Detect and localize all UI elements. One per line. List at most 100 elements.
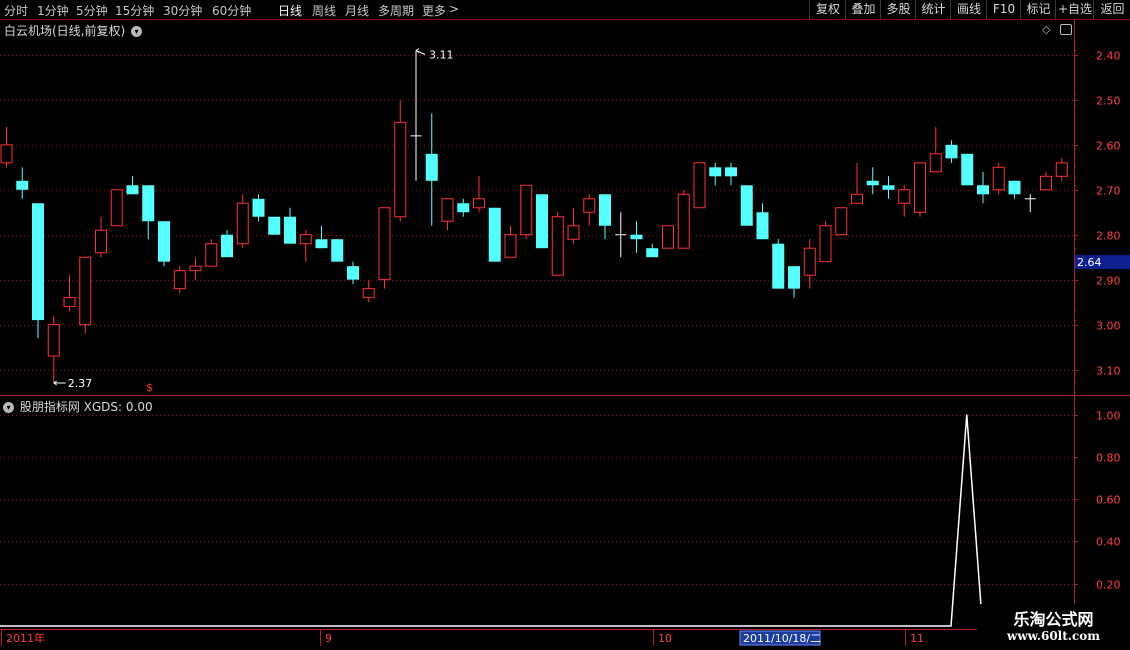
candle-body	[299, 234, 312, 245]
candle-body	[882, 185, 895, 190]
candle-body	[252, 198, 265, 217]
candle-body	[0, 144, 13, 164]
candle-body	[630, 234, 643, 240]
candle-body	[488, 207, 501, 262]
candle-body	[551, 216, 564, 276]
y-tick-label: 3.10	[1096, 365, 1121, 378]
x-axis-label: 10	[658, 632, 672, 645]
candle-body	[473, 198, 485, 209]
high-arrow	[415, 48, 426, 55]
chevron-down-icon[interactable]: ▾	[3, 402, 14, 413]
dividend-marker-icon[interactable]: $	[146, 381, 153, 394]
candle-body	[95, 229, 107, 254]
candle-body	[504, 234, 517, 258]
candle-body	[567, 225, 580, 240]
candle-body	[79, 256, 92, 326]
candle-body	[47, 324, 60, 357]
candle-body	[599, 194, 611, 226]
watermark-title: 乐淘公式网	[1013, 610, 1094, 629]
candle-body	[851, 193, 863, 204]
chevron-down-icon[interactable]: ▾	[131, 26, 143, 37]
candle-body	[110, 189, 123, 227]
candle-body	[394, 121, 407, 218]
candle-body	[835, 207, 848, 236]
candle-body	[819, 225, 832, 263]
candle-body	[205, 243, 218, 267]
candle-body	[756, 212, 769, 240]
y-tick-label: 2.40	[1096, 50, 1121, 63]
candle-body	[520, 184, 533, 236]
watermark-url: www.60lt.com	[1007, 629, 1100, 643]
candle-body	[173, 270, 186, 290]
candle-body	[1040, 175, 1052, 191]
high-annotation: 3.11	[429, 48, 454, 61]
candle-body	[268, 216, 281, 235]
candle-body	[961, 153, 974, 186]
candle-body	[315, 239, 328, 249]
candle-body	[536, 194, 548, 249]
candle-body	[362, 288, 375, 299]
candle-body	[441, 198, 454, 222]
candle-body	[866, 180, 879, 186]
candle-body	[977, 185, 989, 195]
y-tick-label: 2.50	[1096, 95, 1121, 108]
candle-body	[992, 166, 1005, 191]
candle-body	[63, 297, 76, 308]
low-annotation: 2.37	[68, 377, 93, 390]
y-tick-label: 1.00	[1096, 410, 1121, 423]
candle-body	[693, 162, 706, 209]
candle-body	[236, 202, 249, 245]
y-tick-label: 2.70	[1096, 185, 1121, 198]
main-panel-title[interactable]: 白云机场(日线,前复权) ▾	[4, 22, 143, 39]
chart-area: 3.10 3.00 2.90 2.80 2.70 2.60 2.50 2.40 1.00 0.80…	[0, 20, 1130, 650]
candle-body	[221, 234, 233, 258]
x-axis-label: 9	[325, 632, 332, 645]
indicator-line	[0, 414, 1062, 627]
candle-body	[158, 221, 170, 262]
watermark: 乐淘公式网 www.60lt.com	[977, 604, 1130, 650]
candle-body	[709, 167, 722, 177]
candle-body	[16, 180, 29, 190]
candle-body	[662, 225, 674, 249]
candle-body	[772, 243, 785, 289]
candle-body	[457, 203, 470, 213]
candle-body	[189, 265, 202, 272]
diamond-icon[interactable]: ◇	[1042, 23, 1050, 36]
candle-body	[378, 207, 391, 281]
y-tick-label: 2.60	[1096, 140, 1121, 153]
candle-body	[347, 266, 359, 280]
indicator-panel-title[interactable]: ▾ 股朋指标网 XGDS: 0.00	[3, 398, 153, 415]
cursor-date-label: 2011/10/18/二	[743, 632, 821, 645]
y-tick-label: 3.00	[1096, 320, 1121, 333]
candle-body	[646, 248, 659, 258]
candle-body	[284, 216, 296, 244]
x-axis-label: 2011年	[6, 631, 45, 645]
candle-body	[1055, 162, 1068, 177]
candle-body	[740, 185, 753, 226]
candle-body	[142, 185, 155, 222]
y-tick-label: 0.40	[1096, 536, 1121, 549]
y-tick-label: 0.80	[1096, 452, 1121, 465]
candle-body	[945, 144, 958, 159]
x-axis-label: 11	[910, 632, 924, 645]
y-tick-label: 0.60	[1096, 494, 1121, 507]
candle-body	[914, 162, 926, 213]
panel-toggle-icon[interactable]	[1060, 24, 1072, 35]
candle-body	[583, 198, 596, 213]
current-price-label: 2.64	[1077, 256, 1102, 269]
candle-body	[788, 266, 800, 289]
y-tick-label: 2.90	[1096, 275, 1121, 288]
candle-body	[331, 239, 344, 262]
y-tick-label: 2.80	[1096, 230, 1121, 243]
candle-body	[725, 167, 737, 177]
candle-body	[898, 189, 911, 204]
candle-body	[929, 153, 942, 173]
candle-body	[32, 203, 44, 321]
candle-body	[425, 153, 438, 181]
candle-body	[126, 185, 139, 195]
candle-body	[803, 247, 816, 276]
low-arrow	[53, 380, 66, 386]
y-tick-label: 0.20	[1096, 579, 1121, 592]
candle-body	[677, 193, 690, 249]
candle-body	[1008, 180, 1021, 195]
